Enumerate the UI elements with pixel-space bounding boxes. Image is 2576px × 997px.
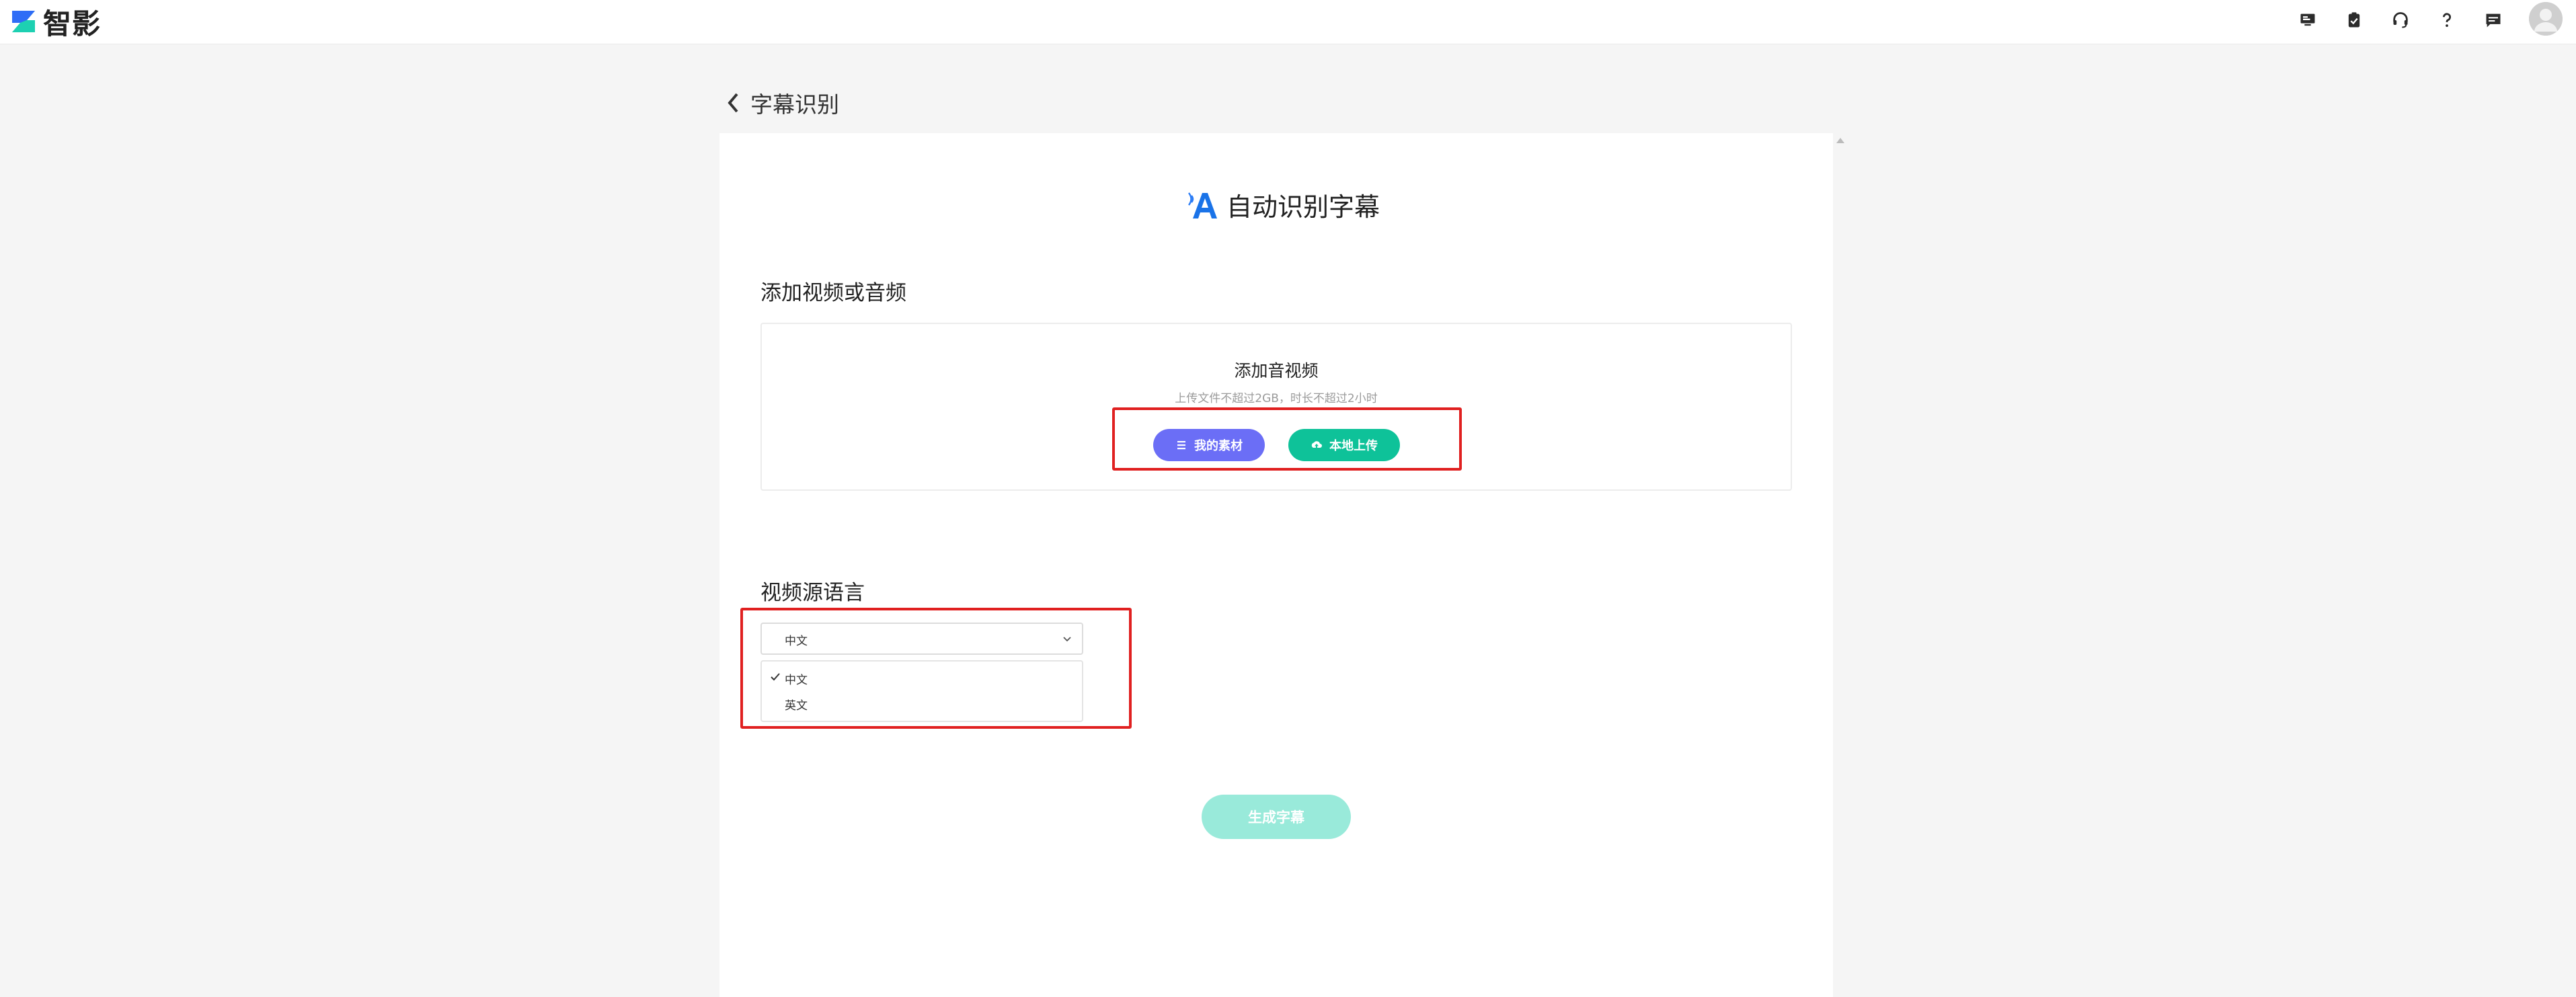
chevron-left-icon xyxy=(728,93,738,113)
scroll-up-arrow-icon[interactable] xyxy=(1836,137,1845,144)
my-materials-button[interactable]: 我的素材 xyxy=(1153,429,1265,461)
local-upload-label: 本地上传 xyxy=(1329,439,1378,453)
check-icon xyxy=(771,673,780,681)
help-icon[interactable] xyxy=(2436,9,2458,31)
avatar-icon xyxy=(2529,2,2563,36)
list-icon xyxy=(1177,441,1185,450)
card-title-wrap: 自动识别字幕 xyxy=(1187,186,1380,223)
language-option-label: 英文 xyxy=(785,699,808,713)
my-materials-label: 我的素材 xyxy=(1194,439,1243,453)
generate-subtitles-button[interactable]: 生成字幕 xyxy=(1202,795,1351,839)
top-bar: 智影 xyxy=(0,0,2576,44)
language-option-chinese[interactable]: 中文 xyxy=(762,666,1082,691)
auto-caption-icon xyxy=(1188,192,1217,218)
language-select[interactable]: 中文 xyxy=(760,623,1083,655)
zhiying-logo-icon xyxy=(12,11,35,32)
upload-hint: 上传文件不超过2GB，时长不超过2小时 xyxy=(1175,392,1378,405)
page-title: 字幕识别 xyxy=(750,91,839,118)
clipboard-icon[interactable] xyxy=(2343,9,2365,31)
headset-icon[interactable] xyxy=(2390,9,2411,31)
card-title: 自动识别字幕 xyxy=(1226,192,1380,222)
cloud-upload-icon xyxy=(1311,441,1322,448)
language-option-english[interactable]: 英文 xyxy=(762,691,1082,717)
message-icon[interactable] xyxy=(2483,9,2504,31)
chevron-down-icon xyxy=(1063,637,1071,642)
language-option-label: 中文 xyxy=(785,673,808,687)
upload-title: 添加音视频 xyxy=(1234,361,1319,381)
main-card xyxy=(719,133,1833,997)
local-upload-button[interactable]: 本地上传 xyxy=(1288,429,1400,461)
app-logo[interactable]: 智影 xyxy=(11,4,102,40)
upload-section-label: 添加视频或音频 xyxy=(760,281,906,305)
language-section-label: 视频源语言 xyxy=(760,581,865,605)
back-nav[interactable]: 字幕识别 xyxy=(726,86,839,120)
language-select-value: 中文 xyxy=(785,635,808,648)
monitor-icon[interactable] xyxy=(2297,9,2318,31)
language-dropdown: 中文 英文 xyxy=(760,660,1083,722)
app-name: 智影 xyxy=(43,7,102,40)
user-avatar[interactable] xyxy=(2529,2,2563,36)
